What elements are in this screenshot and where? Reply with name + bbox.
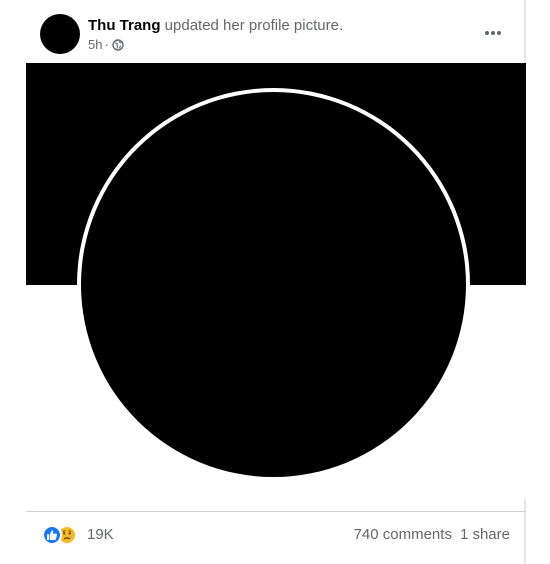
post-action-text: updated her profile picture. bbox=[164, 17, 344, 34]
more-options-icon bbox=[484, 23, 502, 41]
footer-divider bbox=[26, 511, 526, 512]
comments-count-link[interactable]: 740 comments bbox=[354, 526, 452, 543]
like-icon bbox=[42, 525, 62, 545]
reaction-count: 19K bbox=[87, 525, 114, 543]
post-header: Thu Trang updated her profile picture. 5… bbox=[40, 14, 512, 56]
post-timestamp[interactable]: 5h bbox=[88, 37, 102, 53]
post-title: Thu Trang updated her profile picture. bbox=[88, 16, 343, 35]
engagement-stats: 740 comments 1 share bbox=[354, 522, 510, 546]
post-card: Thu Trang updated her profile picture. 5… bbox=[26, 0, 526, 564]
shares-count-link[interactable]: 1 share bbox=[460, 526, 510, 543]
meta-separator: · bbox=[104, 37, 109, 52]
profile-picture[interactable] bbox=[81, 92, 466, 477]
post-media bbox=[26, 63, 526, 499]
avatar[interactable] bbox=[40, 14, 80, 54]
globe-icon bbox=[112, 39, 124, 51]
author-name[interactable]: Thu Trang bbox=[88, 17, 161, 34]
reactions-summary[interactable]: 19K bbox=[42, 522, 114, 546]
post-meta: 5h · bbox=[88, 37, 124, 53]
more-options-button[interactable] bbox=[480, 22, 506, 42]
post-footer: 19K 740 comments 1 share bbox=[42, 522, 510, 546]
reaction-icons bbox=[42, 523, 80, 545]
